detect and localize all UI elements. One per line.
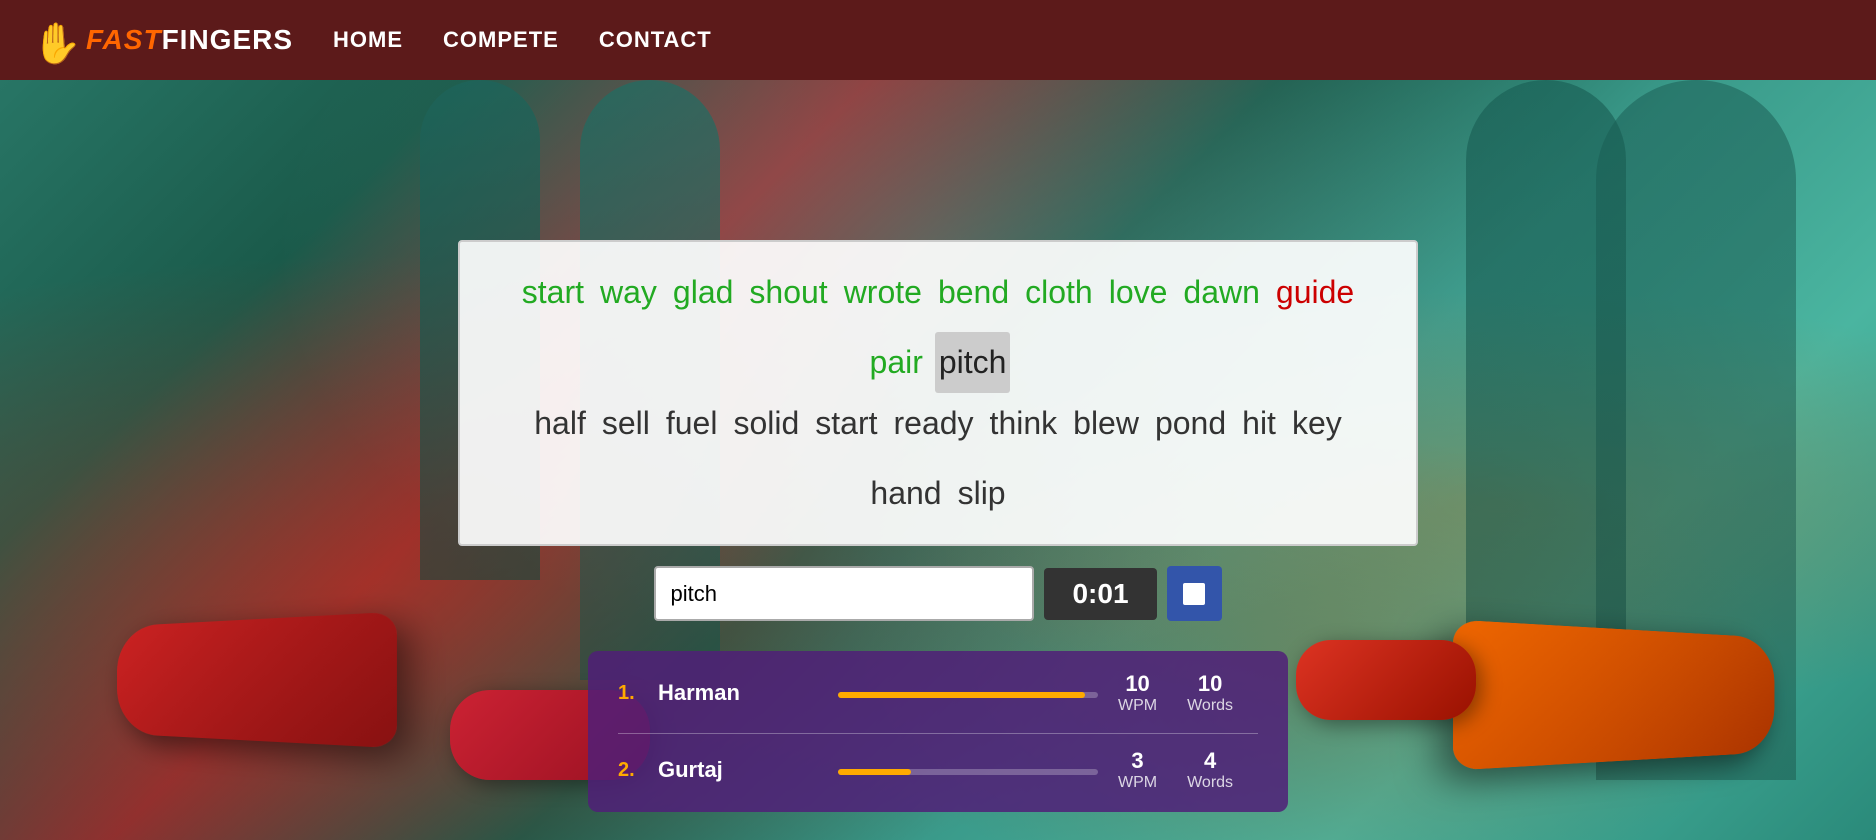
player-bar-fill-0 — [838, 692, 1085, 698]
stat-wpm-1: 3 WPM — [1118, 748, 1157, 792]
stat-words-value-1: 4 — [1187, 748, 1233, 774]
stat-words-label-1: Words — [1187, 774, 1233, 792]
svg-text:✋: ✋ — [32, 20, 80, 65]
word-glad: glad — [669, 262, 738, 324]
word-sell: sell — [598, 393, 654, 455]
navbar: ✋ FASTFINGERS HOME COMPETE CONTACT — [0, 0, 1876, 80]
word-half: half — [530, 393, 590, 455]
player-rank-0: 1. — [618, 682, 658, 705]
word-pond: pond — [1151, 393, 1230, 455]
logo: ✋ FASTFINGERS — [30, 15, 293, 65]
word-love: love — [1105, 262, 1172, 324]
timer-display: 0:01 — [1044, 568, 1156, 620]
player-bar-container-0 — [838, 688, 1098, 698]
logo-fingers: FINGERS — [162, 24, 293, 55]
stat-wpm-0: 10 WPM — [1118, 671, 1157, 715]
word-bend: bend — [934, 262, 1013, 324]
stat-words-value-0: 10 — [1187, 671, 1233, 697]
player-bar-bg-0 — [838, 692, 1098, 698]
logo-icon: ✋ — [30, 15, 80, 65]
player-name-0: Harman — [658, 680, 818, 706]
word-cloth: cloth — [1021, 262, 1097, 324]
word-fuel: fuel — [662, 393, 722, 455]
stat-words-label-0: Words — [1187, 697, 1233, 715]
stat-wpm-label-0: WPM — [1118, 697, 1157, 715]
word-row-2: halfsellfuelsolidstartreadythinkblewpond… — [500, 393, 1376, 524]
player-stats-1: 3 WPM 4 Words — [1118, 748, 1258, 792]
stat-words-0: 10 Words — [1187, 671, 1233, 715]
word-ready: ready — [890, 393, 978, 455]
player-stats-0: 10 WPM 10 Words — [1118, 671, 1258, 715]
word-guide: guide — [1272, 262, 1358, 324]
logo-text: FASTFINGERS — [86, 24, 293, 56]
stop-button[interactable] — [1167, 566, 1222, 621]
player-rank-1: 2. — [618, 759, 658, 782]
word-wrote: wrote — [840, 262, 926, 324]
word-think: think — [986, 393, 1062, 455]
logo-fast: FAST — [86, 24, 162, 55]
stop-icon — [1183, 583, 1205, 605]
stat-wpm-value-0: 10 — [1118, 671, 1157, 697]
player-row-1: 2. Gurtaj 3 WPM 4 Words — [618, 748, 1258, 792]
stat-words-1: 4 Words — [1187, 748, 1233, 792]
player-bar-bg-1 — [838, 769, 1098, 775]
word-row-1: startwaygladshoutwrotebendclothlovedawng… — [500, 262, 1376, 393]
word-start: start — [518, 262, 588, 324]
word-hit: hit — [1238, 393, 1280, 455]
stat-wpm-value-1: 3 — [1118, 748, 1157, 774]
stat-wpm-label-1: WPM — [1118, 774, 1157, 792]
player-row-0: 1. Harman 10 WPM 10 Words — [618, 671, 1258, 715]
nav-links: HOME COMPETE CONTACT — [333, 27, 712, 53]
player-bar-fill-1 — [838, 769, 911, 775]
player-name-1: Gurtaj — [658, 757, 818, 783]
word-slip: slip — [954, 463, 1010, 525]
player-bar-container-1 — [838, 765, 1098, 775]
word-display: startwaygladshoutwrotebendclothlovedawng… — [458, 240, 1418, 546]
word-dawn: dawn — [1179, 262, 1264, 324]
nav-compete[interactable]: COMPETE — [443, 27, 559, 53]
word-way: way — [596, 262, 661, 324]
nav-contact[interactable]: CONTACT — [599, 27, 712, 53]
word-pair: pair — [866, 332, 927, 394]
main-content: startwaygladshoutwrotebendclothlovedawng… — [0, 80, 1876, 840]
word-hand: hand — [866, 463, 945, 525]
divider-1 — [618, 733, 1258, 734]
input-row: 0:01 — [654, 566, 1221, 621]
word-start: start — [811, 393, 881, 455]
word-shout: shout — [745, 262, 831, 324]
nav-home[interactable]: HOME — [333, 27, 403, 53]
typing-input[interactable] — [654, 566, 1034, 621]
word-pitch: pitch — [935, 332, 1011, 394]
word-solid: solid — [729, 393, 803, 455]
word-blew: blew — [1069, 393, 1143, 455]
word-key: key — [1288, 393, 1346, 455]
leaderboard: 1. Harman 10 WPM 10 Words 2. Gurtaj — [588, 651, 1288, 812]
